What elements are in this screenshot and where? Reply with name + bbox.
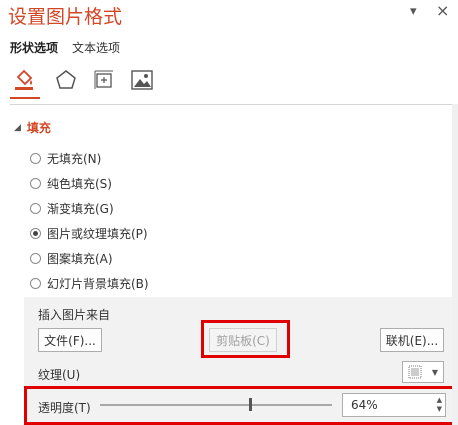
- radio-button[interactable]: [30, 203, 41, 214]
- options-tabs: 形状选项 文本选项: [10, 39, 120, 56]
- radio-label: 图片或纹理填充(P): [47, 227, 148, 241]
- picture-icon[interactable]: [128, 66, 156, 94]
- category-icon-bar: [10, 66, 450, 96]
- radio-button[interactable]: [30, 278, 41, 289]
- insert-picture-from-label: 插入图片来自: [38, 308, 111, 322]
- radio-label: 纯色填充(S): [47, 177, 112, 191]
- radio-label: 渐变填充(G): [47, 202, 114, 216]
- expand-triangle-icon: ◢: [14, 122, 21, 133]
- radio-button[interactable]: [30, 228, 41, 239]
- transparency-highlight-box: [24, 386, 455, 425]
- radio-label: 图案填充(A): [47, 252, 113, 266]
- radio-pattern-fill[interactable]: 图案填充(A): [30, 250, 113, 267]
- selected-category-indicator: [10, 97, 40, 99]
- scrollbar[interactable]: [452, 104, 458, 425]
- radio-solid-fill[interactable]: 纯色填充(S): [30, 175, 112, 192]
- fill-section-header[interactable]: ◢ 填充: [14, 119, 51, 136]
- texture-swatch-icon: [408, 365, 422, 379]
- texture-picker-button[interactable]: ▼: [402, 361, 444, 383]
- radio-button[interactable]: [30, 153, 41, 164]
- file-button[interactable]: 文件(F)...: [38, 328, 102, 352]
- tab-shape-options[interactable]: 形状选项: [10, 39, 58, 56]
- clipboard-highlight-box: [201, 320, 290, 358]
- radio-button[interactable]: [30, 253, 41, 264]
- collapse-icon[interactable]: ▾: [410, 4, 417, 19]
- dropdown-arrow-icon: ▼: [431, 367, 439, 377]
- texture-label: 纹理(U): [38, 368, 81, 382]
- radio-label: 无填充(N): [47, 152, 102, 166]
- close-icon[interactable]: ×: [436, 1, 449, 20]
- radio-button[interactable]: [30, 178, 41, 189]
- radio-gradient-fill[interactable]: 渐变填充(G): [30, 200, 114, 217]
- radio-picture-texture-fill[interactable]: 图片或纹理填充(P): [30, 225, 148, 242]
- panel-title: 设置图片格式: [8, 6, 123, 28]
- online-button[interactable]: 联机(E)...: [380, 328, 444, 352]
- tab-text-options[interactable]: 文本选项: [72, 39, 120, 56]
- effects-pentagon-icon[interactable]: [52, 66, 80, 94]
- radio-slide-background-fill[interactable]: 幻灯片背景填充(B): [30, 275, 149, 292]
- divider: [10, 104, 452, 105]
- fill-line-icon[interactable]: [10, 66, 38, 94]
- radio-label: 幻灯片背景填充(B): [47, 277, 149, 291]
- size-properties-icon[interactable]: [90, 66, 118, 94]
- fill-section-label: 填充: [26, 121, 51, 135]
- radio-no-fill[interactable]: 无填充(N): [30, 150, 101, 167]
